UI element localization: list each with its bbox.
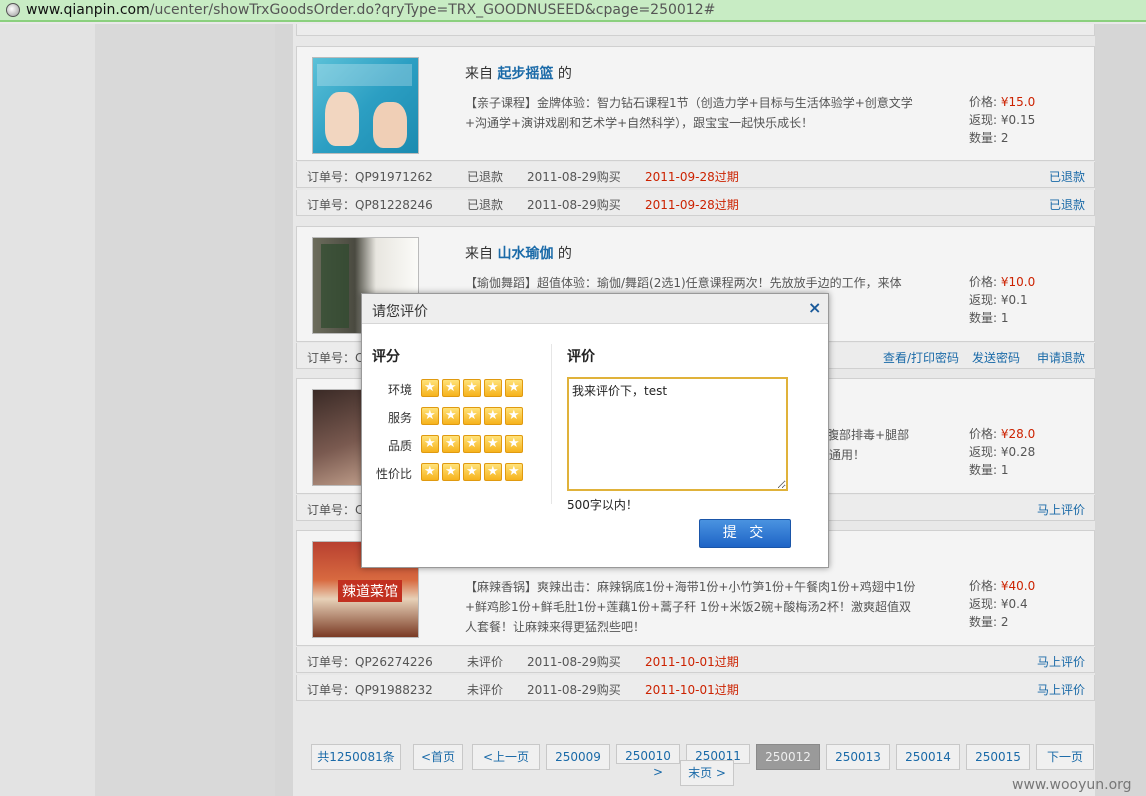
next-page-button[interactable]: 下一页	[1036, 744, 1094, 770]
review-now-link[interactable]: 马上评价	[1037, 501, 1085, 518]
price-block: 价格: ¥10.0 返现: ¥0.1 数量: 1	[969, 275, 1036, 325]
dialog-title: 请您评价	[372, 304, 428, 320]
send-password-link[interactable]: 发送密码	[972, 349, 1020, 366]
star-icon[interactable]	[484, 435, 502, 453]
order-row: 订单号：QP91988232 未评价 2011-08-29购买 2011-10-…	[296, 675, 1095, 701]
rating-row-value: 性价比	[362, 463, 542, 483]
rating-row-quality: 品质	[362, 435, 542, 455]
page-button[interactable]: 250014	[896, 744, 960, 770]
star-icon[interactable]	[463, 407, 481, 425]
star-icon[interactable]	[484, 407, 502, 425]
order-row: 订单号：QP81228246 已退款 2011-08-29购买 2011-09-…	[296, 190, 1095, 216]
total-count: 共1250081条	[311, 744, 401, 770]
refunded-link[interactable]: 已退款	[1049, 168, 1085, 185]
star-icon[interactable]	[484, 463, 502, 481]
char-limit-note: 500字以内！	[567, 498, 638, 512]
star-icon[interactable]	[463, 435, 481, 453]
order-card: 来自 起步摇篮 的 【亲子课程】金牌体验：智力钻石课程1节（创造力学+目标与生活…	[296, 46, 1095, 161]
review-now-link[interactable]: 马上评价	[1037, 681, 1085, 698]
last-page-button[interactable]: 末页 >	[680, 760, 734, 786]
price-block: 价格: ¥15.0 返现: ¥0.15 数量: 2	[969, 95, 1036, 145]
star-icon[interactable]	[442, 435, 460, 453]
page-button[interactable]: 250015	[966, 744, 1030, 770]
shop-line: 来自 山水瑜伽 的	[465, 246, 572, 262]
rating-row-service: 服务	[362, 407, 542, 427]
close-icon[interactable]: ×	[808, 298, 821, 317]
url-text[interactable]: www.qianpin.com/ucenter/showTrxGoodsOrde…	[26, 2, 715, 18]
star-icon[interactable]	[442, 379, 460, 397]
star-icon[interactable]	[505, 463, 523, 481]
star-icon[interactable]	[421, 463, 439, 481]
page-button[interactable]: 250009	[546, 744, 610, 770]
product-description: 【亲子课程】金牌体验：智力钻石课程1节（创造力学+目标与生活体验学+创意文学+沟…	[465, 96, 913, 130]
order-row: 订单号：QP26274226 未评价 2011-08-29购买 2011-10-…	[296, 647, 1095, 673]
review-dialog: 请您评价 × 评分 评价 环境 服务 品质 性价比 我来评价下，test 500…	[361, 293, 829, 568]
order-row: 订单号：QP91971262 已退款 2011-08-29购买 2011-09-…	[296, 162, 1095, 188]
rating-row-environment: 环境	[362, 379, 542, 399]
rating-heading: 评分	[372, 349, 400, 365]
order-row-clipped	[296, 24, 1095, 36]
star-icon[interactable]	[421, 407, 439, 425]
address-bar[interactable]: www.qianpin.com/ucenter/showTrxGoodsOrde…	[0, 0, 1146, 22]
page-button[interactable]: 250013	[826, 744, 890, 770]
shop-link[interactable]: 山水瑜伽	[497, 246, 553, 262]
watermark: www.wooyun.org	[1012, 777, 1132, 793]
divider	[551, 344, 552, 504]
star-icon[interactable]	[505, 379, 523, 397]
request-refund-link[interactable]: 申请退款	[1037, 349, 1085, 366]
page-button[interactable]: 250010	[616, 744, 680, 764]
shop-link[interactable]: 起步摇篮	[497, 66, 553, 82]
price-block: 价格: ¥40.0 返现: ¥0.4 数量: 2	[969, 579, 1036, 629]
next-arrow[interactable]: >	[646, 762, 670, 784]
product-description: +腹部排毒+腿部 店通用！	[817, 428, 910, 462]
left-margin	[0, 24, 95, 796]
star-icon[interactable]	[463, 463, 481, 481]
prev-page-button[interactable]: <上一页	[472, 744, 540, 770]
globe-icon	[6, 3, 20, 17]
shop-line: 来自 起步摇篮 的	[465, 66, 572, 82]
star-icon[interactable]	[421, 379, 439, 397]
current-page: 250012	[756, 744, 820, 770]
star-icon[interactable]	[442, 463, 460, 481]
sidebar	[95, 24, 275, 796]
review-heading: 评价	[567, 349, 595, 365]
review-textarea[interactable]: 我来评价下，test	[567, 377, 788, 491]
star-icon[interactable]	[484, 379, 502, 397]
submit-button[interactable]: 提 交	[699, 519, 791, 548]
star-icon[interactable]	[421, 435, 439, 453]
product-image[interactable]	[312, 57, 419, 154]
star-icon[interactable]	[505, 435, 523, 453]
product-description: 【瑜伽舞蹈】超值体验：瑜伽/舞蹈(2选1)任意课程两次！先放放手边的工作，来体	[465, 276, 902, 290]
price-block: 价格: ¥28.0 返现: ¥0.28 数量: 1	[969, 427, 1036, 477]
view-print-password-link[interactable]: 查看/打印密码	[883, 349, 959, 366]
product-description: 【麻辣香锅】爽辣出击：麻辣锅底1份+海带1份+小竹笋1份+午餐肉1份+鸡翅中1份…	[465, 580, 916, 634]
dialog-header: 请您评价 ×	[362, 294, 828, 324]
star-icon[interactable]	[505, 407, 523, 425]
refunded-link[interactable]: 已退款	[1049, 196, 1085, 213]
star-icon[interactable]	[463, 379, 481, 397]
review-now-link[interactable]: 马上评价	[1037, 653, 1085, 670]
first-page-button[interactable]: <首页	[413, 744, 463, 770]
star-icon[interactable]	[442, 407, 460, 425]
